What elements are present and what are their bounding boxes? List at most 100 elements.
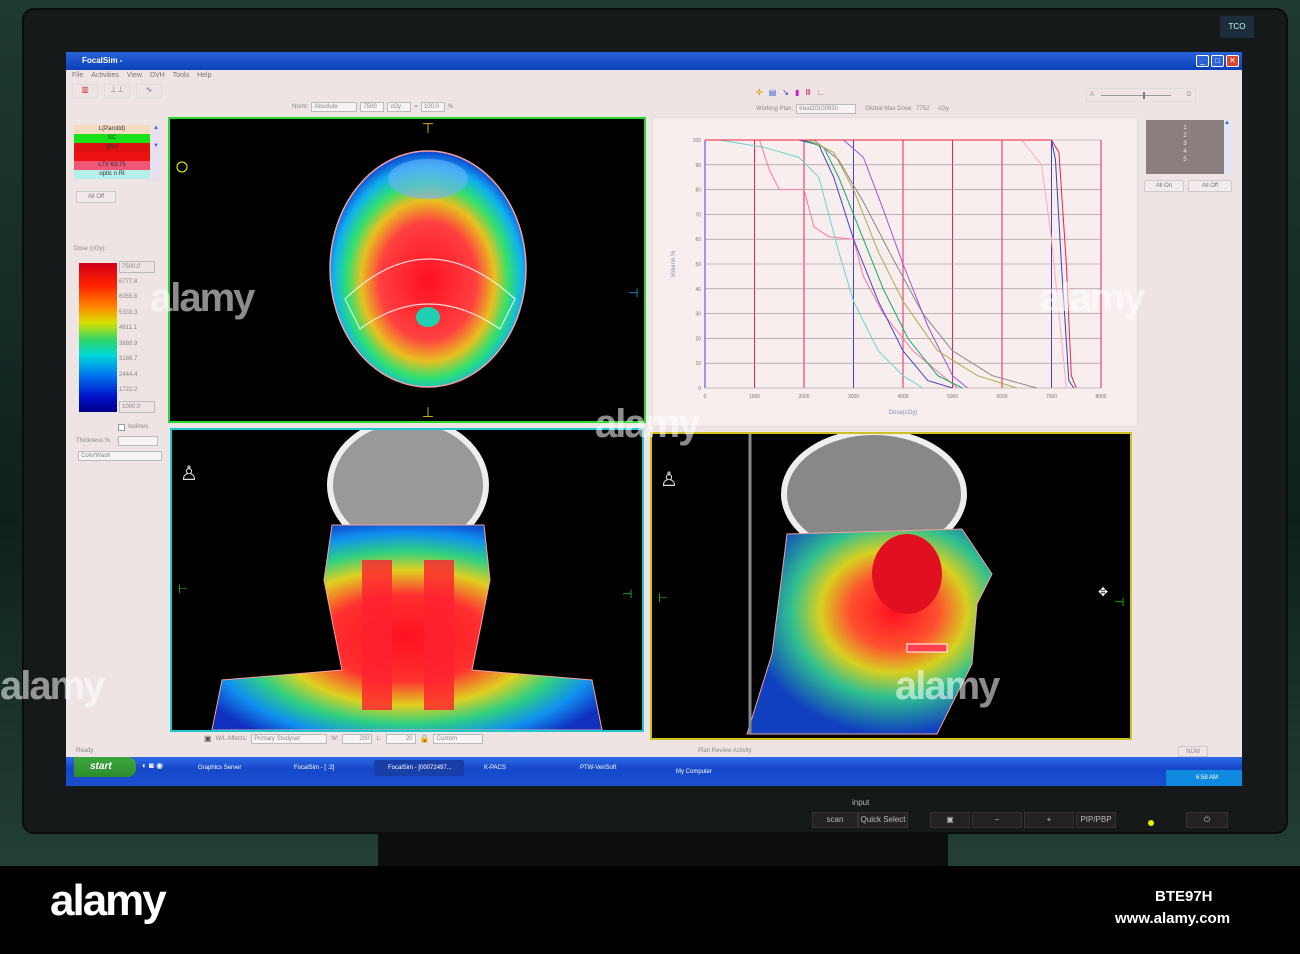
menu-button-icon[interactable]: ▣ [930, 812, 970, 828]
working-plan-select[interactable]: treat20100930 [796, 104, 857, 114]
bars-icon[interactable]: Ⅲ [805, 88, 811, 97]
power-button[interactable]: ⏻ [1186, 812, 1228, 828]
coronal-view[interactable]: ⊢ ⊣ ♙ [170, 428, 644, 732]
legend-icon[interactable]: ▤ [769, 88, 777, 97]
plan-list-scrollbar[interactable]: ▲ [1224, 120, 1231, 174]
menu-help[interactable]: Help [197, 70, 211, 82]
menu-view[interactable]: View [127, 70, 142, 82]
menu-tools[interactable]: Tools [173, 70, 189, 82]
plan-list[interactable]: 12345 [1146, 120, 1224, 174]
menu-dvh[interactable]: DVH [150, 70, 165, 82]
body-figure-icon: ♙ [180, 463, 198, 485]
structure-item[interactable]: L(Parotid) [74, 125, 150, 134]
dose-color-bar [79, 263, 117, 412]
wl-preset-select[interactable]: Custom [433, 734, 484, 744]
sagittal-view[interactable]: ⊢ ⊣ ✥ ♙ [650, 432, 1132, 740]
structure-item[interactable]: LTV 63.75 [74, 161, 150, 170]
close-button[interactable]: ✕ [1226, 55, 1239, 67]
task-my-computer[interactable]: My Computer [662, 764, 748, 780]
thickness-input[interactable] [118, 436, 158, 446]
chart-icon[interactable]: ▥ [72, 84, 98, 98]
status-ready: Ready [76, 748, 94, 754]
dvh-chart[interactable]: 0 1000 2000 3000 4000 5000 6000 7000 8000 0 10 20 30… [653, 118, 1137, 426]
start-button[interactable]: start [74, 757, 136, 777]
slider-right-label: D [1187, 92, 1192, 98]
select-icon[interactable]: ✣ [756, 88, 763, 97]
plans-all-off-button[interactable]: All Off [1188, 180, 1232, 192]
dose-level-label: 2444.4 [119, 371, 138, 378]
watermark: alamy [1040, 276, 1145, 320]
plan-list-item[interactable]: 3 [1146, 140, 1224, 148]
task-focalsim-active[interactable]: FocalSim - [00072497... [374, 760, 464, 776]
image-id: BTE97H [1155, 888, 1213, 905]
plot-icon[interactable]: ↘ [782, 88, 789, 97]
norm-unit-select[interactable]: cGy [387, 102, 412, 112]
slider-left-label: A [1090, 92, 1095, 98]
plans-all-on-button[interactable]: All On [1144, 180, 1184, 192]
isolines-label: Isolines [128, 424, 149, 430]
task-ptw-verisoft[interactable]: PTW-VeriSoft [566, 760, 652, 776]
compare-icon[interactable]: ⊥⊥ [104, 84, 130, 98]
minus-button[interactable]: − [972, 812, 1022, 828]
equals-label: = [414, 104, 418, 110]
structure-item[interactable]: optic n Rt [74, 170, 150, 179]
coronal-image: ⊢ ⊣ ♙ [178, 430, 632, 730]
scan-button[interactable]: scan [812, 812, 858, 828]
dose-level-label: 6777.8 [119, 278, 138, 285]
task-kpacs[interactable]: K-PACS [470, 760, 554, 776]
global-max-label: Global Max Dose: [865, 106, 913, 112]
dose-bar-title: Dose (cGy): [74, 246, 107, 252]
structure-list: L(Parotid) SC glion LTV 63.75 optic n Rt ▲ ▼ [74, 125, 160, 181]
norm-percent-input[interactable]: 100.0 [420, 102, 445, 112]
svg-text:⊣: ⊣ [628, 286, 638, 300]
isolines-checkbox[interactable] [118, 424, 125, 431]
norm-mode-select[interactable]: Absolute [311, 102, 358, 112]
maximize-button[interactable]: □ [1211, 55, 1224, 67]
l-input[interactable]: 20 [385, 734, 416, 744]
task-graphics-server[interactable]: Graphics Server [184, 760, 272, 776]
l-label: L: [376, 736, 382, 742]
global-max-value: 7752 [915, 106, 930, 112]
w-input[interactable]: 200 [342, 734, 373, 744]
y-tick-label: 20 [695, 336, 701, 342]
structure-item[interactable]: glion [74, 143, 150, 152]
quick-select-button[interactable]: Quick Select [858, 812, 908, 828]
structure-item[interactable]: SC [74, 134, 150, 143]
plan-list-item[interactable]: 4 [1146, 148, 1224, 156]
plan-list-item[interactable]: 5 [1146, 156, 1224, 164]
wl-target-select[interactable]: Primary Studyset [251, 734, 328, 744]
display-mode-select[interactable]: ColorWash [78, 451, 162, 461]
x-tick-label: 6000 [996, 394, 1007, 400]
colors-icon[interactable]: ▮ [795, 88, 799, 97]
slider-track [1101, 95, 1171, 96]
plan-list-item[interactable]: 1 [1146, 124, 1224, 132]
watermark: alamy [895, 664, 1000, 708]
structure-scrollbar[interactable]: ▲ ▼ [152, 125, 160, 181]
minimize-button[interactable]: _ [1196, 55, 1209, 67]
plus-button[interactable]: + [1024, 812, 1074, 828]
lock-icon[interactable]: 🔒 [420, 734, 430, 744]
power-led [1148, 820, 1154, 826]
dvh-icon[interactable]: ∿ [136, 84, 162, 98]
window-title: FocalSim - [82, 56, 123, 65]
menu-file[interactable]: File [72, 70, 83, 82]
axial-view[interactable]: ⊤ ⊥ ⊣ [168, 117, 646, 423]
wl-icon[interactable]: ▣ [204, 734, 212, 744]
pip-button[interactable]: PIP/PBP [1076, 812, 1116, 828]
task-focalsim-2[interactable]: FocalSim - [ :2] [280, 760, 366, 776]
input-label: input [852, 798, 870, 807]
axis-icon[interactable]: ∟ [817, 88, 825, 97]
monitor-stand [378, 832, 948, 866]
slider-thumb[interactable] [1143, 92, 1145, 99]
structures-all-off-button[interactable]: All Off [76, 191, 116, 203]
structure-item[interactable] [74, 152, 150, 161]
menu-activities[interactable]: Activities [91, 70, 119, 82]
plan-list-item[interactable]: 2 [1146, 132, 1224, 140]
y-tick-label: 60 [695, 237, 701, 243]
svg-text:⊢: ⊢ [658, 591, 668, 605]
norm-value-input[interactable]: 7500 [360, 102, 385, 112]
ad-slider[interactable]: A D [1086, 88, 1196, 102]
y-tick-label: 70 [695, 212, 701, 218]
watermark: alamy [0, 664, 105, 708]
quick-launch-icons[interactable]: ◐ ◙ ◉ [142, 761, 163, 770]
